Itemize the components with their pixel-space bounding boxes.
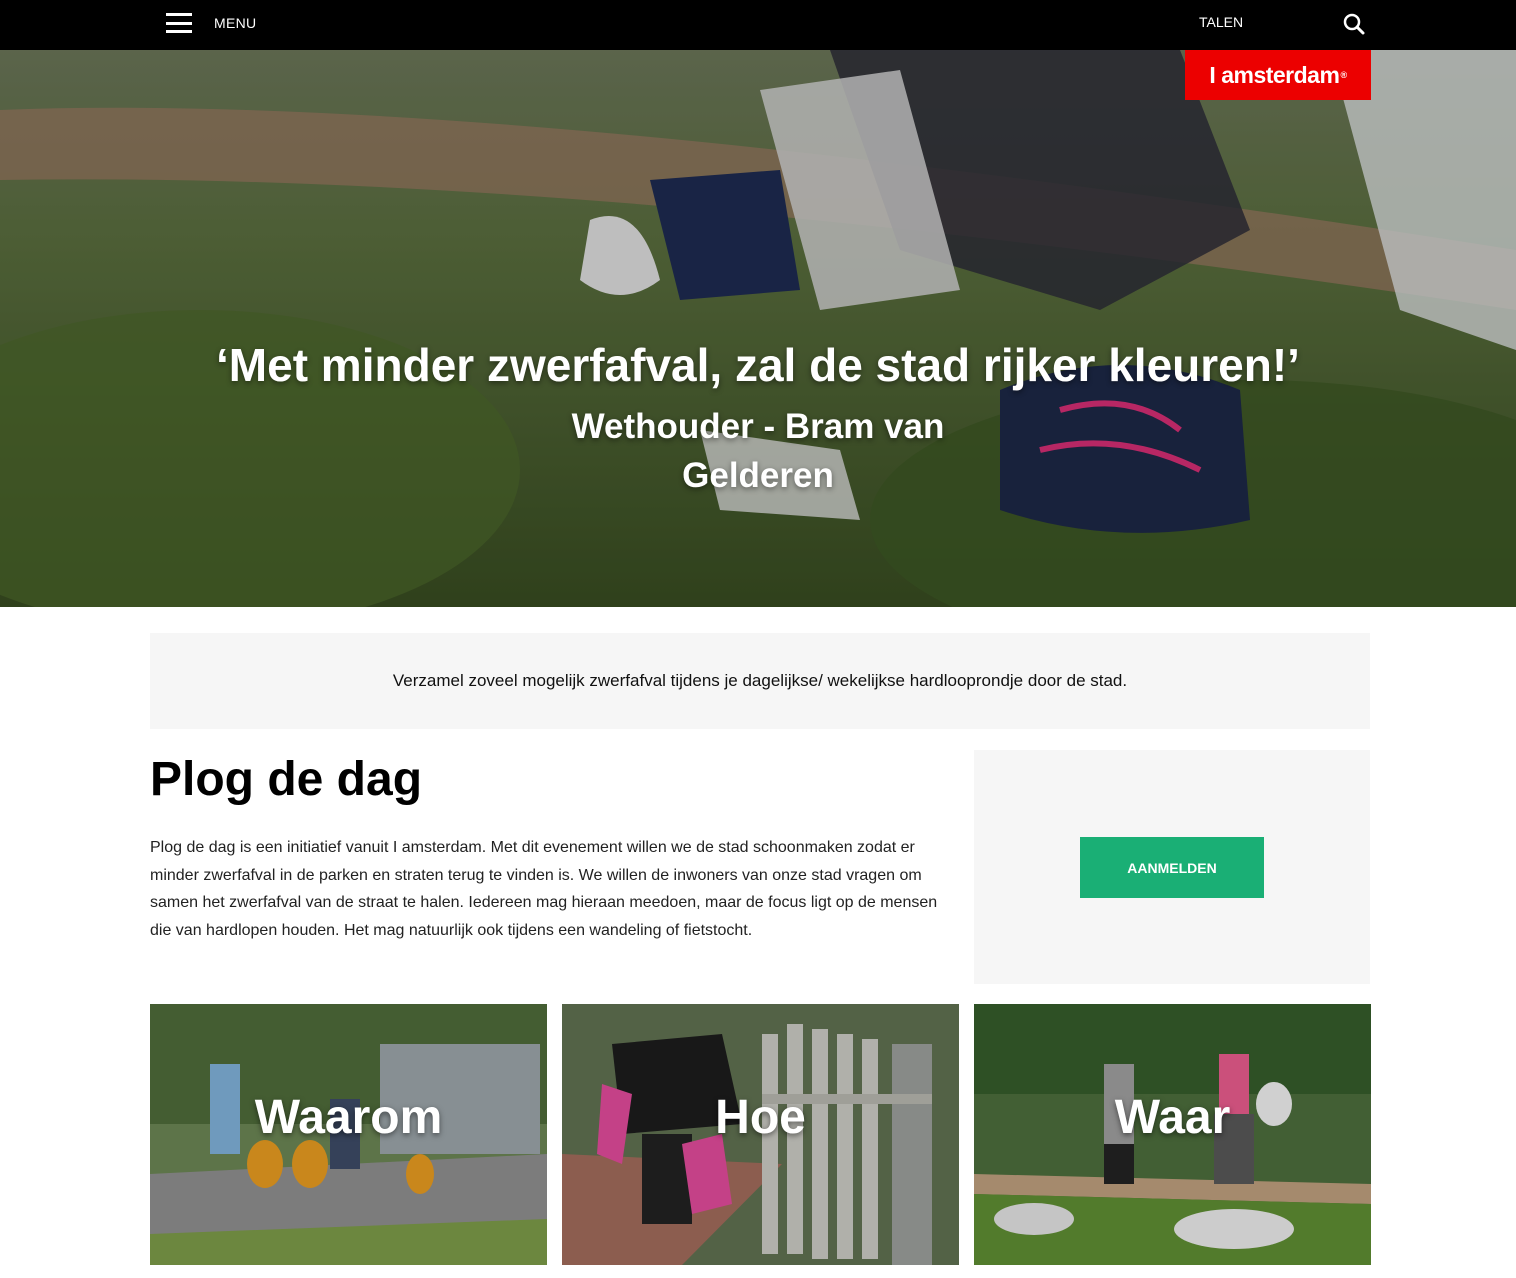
card-waar-label: Waar <box>1114 1091 1231 1144</box>
hero-quote: ‘Met minder zwerfafval, zal de stad rijk… <box>216 339 1300 391</box>
page-title: Plog de dag <box>150 753 423 806</box>
card-hoe[interactable]: Hoe <box>562 1004 959 1265</box>
top-navigation-bar: MENU TALEN <box>0 0 1516 50</box>
logo-text: I amsterdam <box>1209 61 1340 88</box>
hero-banner: ‘Met minder zwerfafval, zal de stad rijk… <box>0 50 1516 607</box>
logo-registered-mark: ® <box>1340 70 1347 80</box>
hero-author: Wethouder - Bram van Gelderen <box>508 402 1008 500</box>
signup-panel: AANMELDEN <box>974 750 1370 984</box>
languages-link[interactable]: TALEN <box>1199 14 1243 30</box>
search-icon <box>1343 13 1365 35</box>
hamburger-icon <box>166 13 192 33</box>
hero-author-line-2: Gelderen <box>682 456 834 495</box>
i-amsterdam-logo[interactable]: I amsterdam ® <box>1185 50 1371 100</box>
hero-background-image <box>0 50 1516 607</box>
intro-text: Verzamel zoveel mogelijk zwerfafval tijd… <box>392 671 1128 690</box>
card-waarom-label: Waarom <box>254 1091 443 1144</box>
intro-banner: Verzamel zoveel mogelijk zwerfafval tijd… <box>150 633 1370 729</box>
signup-button[interactable]: AANMELDEN <box>1080 837 1264 898</box>
menu-label: MENU <box>214 15 257 31</box>
card-waarom[interactable]: Waarom <box>150 1004 547 1265</box>
hero-author-line-1: Wethouder - Bram van <box>571 407 945 446</box>
menu-button[interactable]: MENU <box>160 8 256 38</box>
card-hoe-label: Hoe <box>715 1091 806 1144</box>
card-waar[interactable]: Waar <box>974 1004 1371 1265</box>
intro-paragraph: Plog de dag is een initiatief vanuit I a… <box>150 839 938 939</box>
search-button[interactable] <box>1340 10 1368 38</box>
